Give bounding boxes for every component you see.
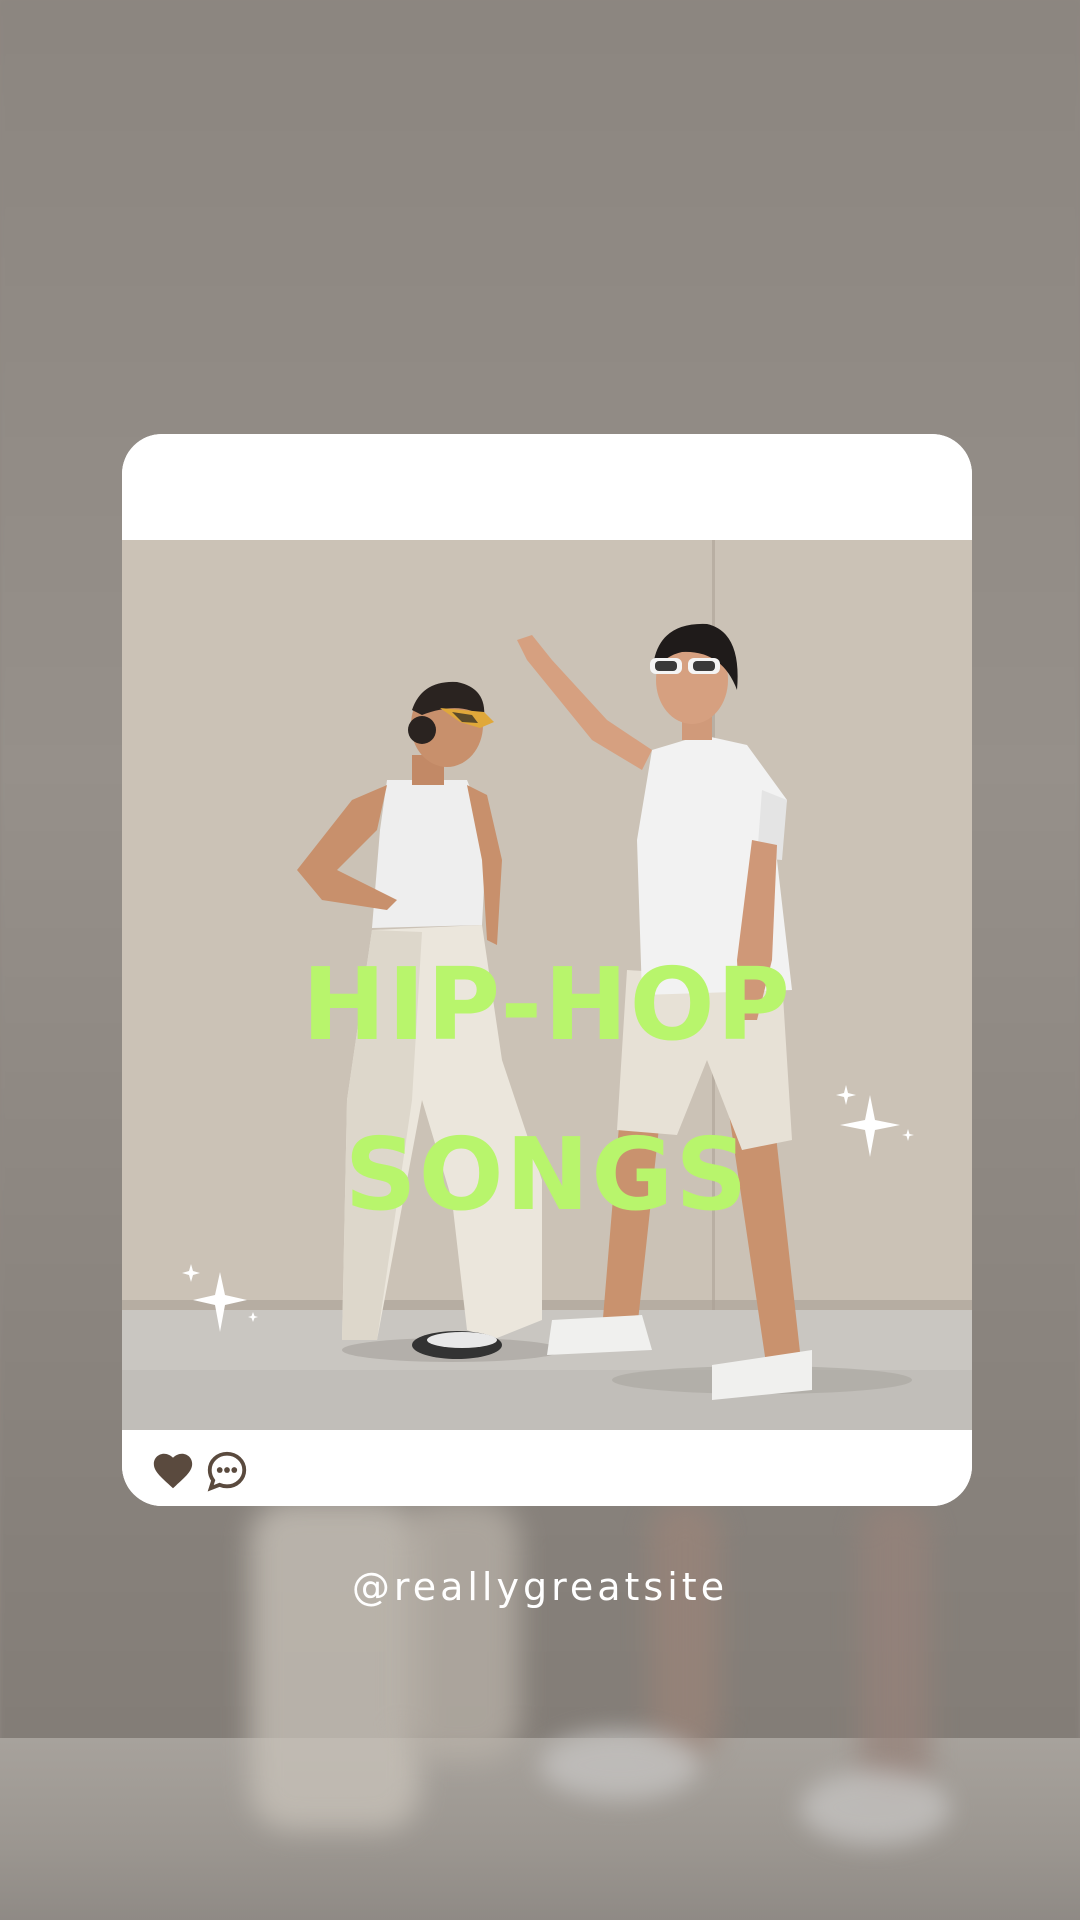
background-shoe	[540, 1730, 700, 1800]
sparkle-icon	[182, 1264, 258, 1332]
background-figure	[400, 1500, 520, 1760]
background-figure	[650, 1500, 720, 1760]
post-actions	[122, 1430, 972, 1506]
post-header	[122, 434, 972, 540]
background-shoe	[800, 1770, 950, 1845]
title-line-1: HIP-HOP	[302, 946, 792, 1063]
account-handle: @reallygreatsite	[351, 1565, 729, 1609]
comment-bubble-icon[interactable]	[204, 1448, 250, 1494]
heart-icon[interactable]	[150, 1448, 196, 1494]
background-figure	[860, 1500, 930, 1800]
background-figure	[250, 1500, 420, 1830]
sparkle-icon	[836, 1085, 914, 1157]
